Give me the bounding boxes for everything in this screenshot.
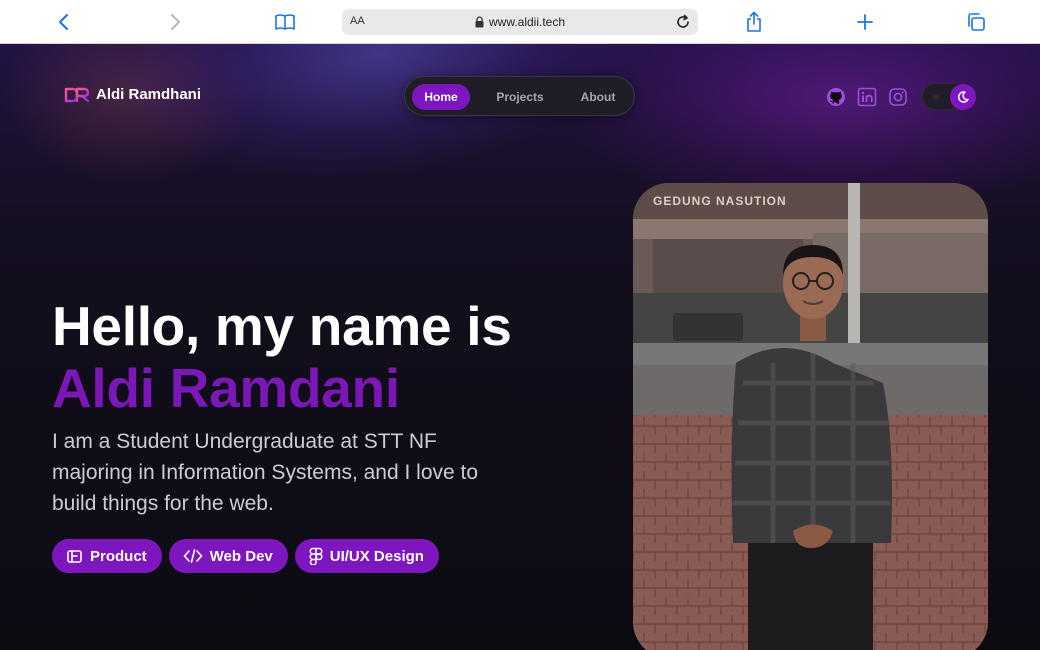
tag-label: Web Dev — [209, 547, 273, 565]
moon-icon — [957, 91, 969, 103]
tag-label: UI/UX Design — [329, 547, 424, 565]
nav-about[interactable]: About — [568, 84, 628, 110]
building-sign: GEDUNG NASUTION — [653, 194, 787, 208]
tag-label: Product — [90, 547, 147, 565]
instagram-icon[interactable] — [888, 87, 908, 107]
tag-web-dev[interactable]: Web Dev — [168, 539, 288, 573]
sun-icon — [933, 94, 939, 100]
tabs-icon[interactable] — [964, 10, 988, 34]
forward-icon[interactable] — [163, 10, 187, 34]
hero-greeting: Hello, my name is — [52, 295, 512, 357]
address-bar[interactable]: AA www.aldii.tech — [342, 9, 698, 35]
hero-description: I am a Student Undergraduate at STT NF m… — [52, 430, 479, 515]
theme-toggle[interactable] — [922, 83, 976, 110]
back-icon[interactable] — [52, 10, 76, 34]
browser-toolbar: AA www.aldii.tech — [0, 0, 1040, 44]
new-tab-icon[interactable] — [853, 10, 877, 34]
url-text: www.aldii.tech — [488, 15, 566, 29]
reload-icon[interactable] — [674, 13, 692, 31]
code-icon — [183, 549, 202, 563]
tag-product[interactable]: Product — [52, 539, 162, 573]
skill-tags: Product Web Dev UI/UX Design — [52, 539, 439, 573]
wallet-icon — [67, 549, 82, 563]
main-nav: Home Projects About — [404, 76, 635, 116]
bookmarks-icon[interactable] — [273, 10, 297, 34]
toggle-knob — [950, 84, 976, 110]
nav-home[interactable]: Home — [412, 84, 470, 110]
github-icon[interactable] — [826, 87, 846, 107]
nav-projects[interactable]: Projects — [485, 84, 555, 110]
hero-name: Aldi Ramdani — [52, 357, 400, 419]
lock-icon — [475, 16, 484, 28]
logo-icon — [64, 87, 90, 102]
linkedin-icon[interactable] — [857, 87, 877, 107]
brand-logo-link[interactable]: Aldi Ramdhani — [64, 86, 201, 103]
figma-icon — [309, 547, 323, 565]
brand-name: Aldi Ramdhani — [96, 86, 202, 103]
share-icon[interactable] — [742, 10, 766, 34]
website-page: Aldi Ramdhani Home Projects About Hello,… — [0, 44, 1040, 650]
tag-ui-ux-design[interactable]: UI/UX Design — [294, 539, 439, 573]
profile-photo: GEDUNG NASUTION — [633, 183, 988, 650]
